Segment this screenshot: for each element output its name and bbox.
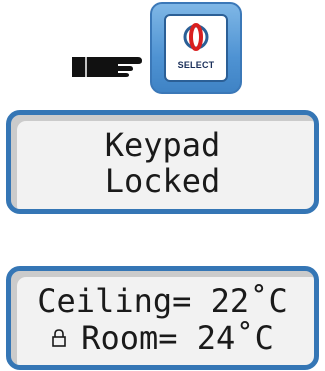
room-temperature-row: Room= 24˚C: [11, 319, 314, 357]
select-button[interactable]: SELECT: [150, 2, 242, 94]
lcd-status-line-2: Locked: [104, 162, 221, 200]
ceiling-temperature: Ceiling= 22˚C: [37, 282, 288, 320]
lcd-status-line-1: Keypad: [104, 126, 221, 164]
select-label: SELECT: [177, 60, 215, 70]
lcd-display-temperatures: Ceiling= 22˚C Room= 24˚C: [6, 266, 319, 370]
room-temperature: Room= 24˚C: [81, 319, 274, 357]
lock-icon: [52, 329, 66, 347]
pointing-hand-icon: [72, 57, 142, 77]
keypad-lock-screen: SELECT Keypad Locked Ceiling= 22˚C Room=…: [0, 0, 325, 371]
globe-ring-icon: [183, 23, 209, 51]
select-button-face: SELECT: [164, 14, 228, 82]
lcd-display-status: Keypad Locked: [6, 110, 319, 214]
